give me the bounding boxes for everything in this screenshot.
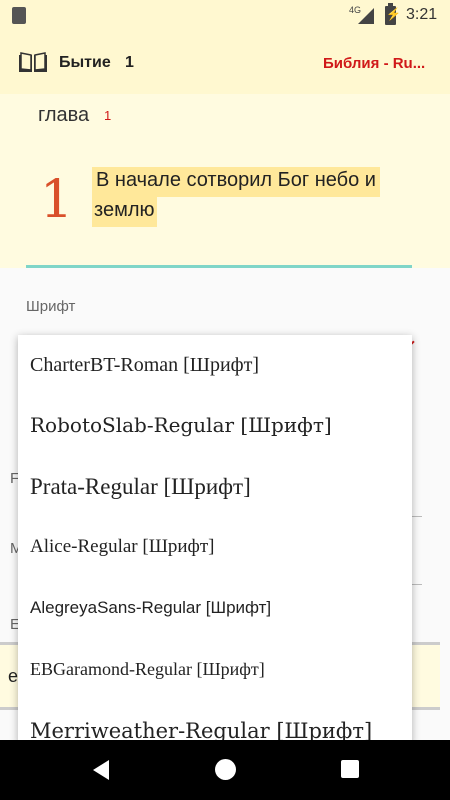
font-option[interactable]: Alice-Regular [Шрифт]	[18, 517, 412, 577]
chapter-number[interactable]: 1	[125, 54, 134, 72]
nav-bar	[0, 740, 450, 800]
divider	[412, 516, 422, 517]
recent-apps-icon[interactable]	[341, 760, 359, 778]
preview-text: е	[8, 666, 19, 686]
back-icon[interactable]	[93, 760, 109, 780]
home-icon[interactable]	[215, 759, 236, 780]
sd-card-icon	[12, 7, 26, 24]
font-option[interactable]: RobotoSlab-Regular [Шрифт]	[18, 395, 412, 455]
charging-icon: ⚡	[386, 7, 401, 21]
font-option[interactable]: AlegreyaSans-Regular [Шрифт]	[18, 578, 412, 638]
chapter-label-number: 1	[104, 108, 112, 123]
chapter-label: глава	[38, 104, 90, 126]
app-bar: Бытие 1 Библия - Ru...	[0, 32, 450, 94]
book-title[interactable]: Бытие	[59, 54, 111, 72]
verse-text-line2[interactable]: землю	[92, 197, 157, 227]
font-option[interactable]: Prata-Regular [Шрифт]	[18, 457, 412, 517]
font-dropdown-list: CharterBT-Roman [Шрифт] RobotoSlab-Regul…	[18, 335, 412, 745]
divider	[412, 584, 422, 585]
status-bar: 4G ⚡ 3:21	[0, 0, 450, 32]
bible-text: глава 1 1 В начале сотворил Бог небо и з…	[0, 94, 450, 268]
font-option[interactable]: CharterBT-Roman [Шрифт]	[18, 335, 412, 395]
dropcap-chapter-number: 1	[40, 170, 74, 230]
book-icon[interactable]	[18, 52, 48, 74]
status-time: 3:21	[406, 6, 438, 23]
signal-icon	[358, 8, 374, 24]
verse-text-line1[interactable]: В начале сотворил Бог небо и	[92, 167, 380, 197]
font-option[interactable]: Merriweather-Regular [Шрифт]	[18, 701, 412, 745]
bible-translation-selector[interactable]: Библия - Ru...	[323, 55, 425, 72]
font-setting-label: Шрифт	[26, 298, 76, 315]
font-option[interactable]: EBGaramond-Regular [Шрифт]	[18, 639, 412, 699]
